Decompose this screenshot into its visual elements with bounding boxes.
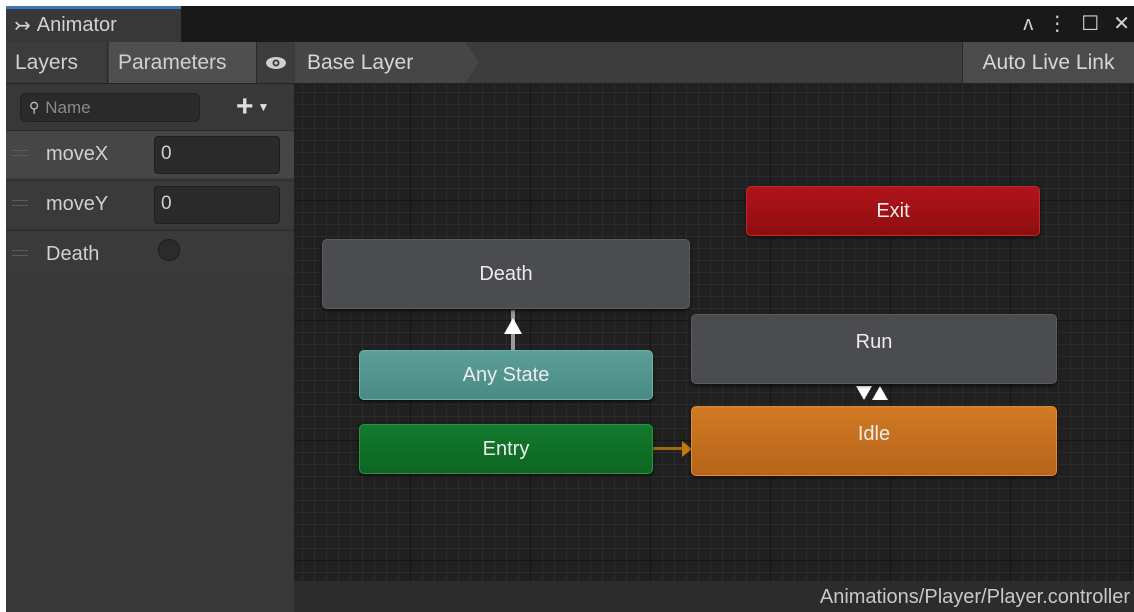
tab-bar: ↣ Animator ᴧ ⋮ ☐ ✕ bbox=[6, 6, 1134, 42]
transition-arrow-up[interactable] bbox=[504, 318, 522, 334]
parameter-row-movey[interactable]: moveY 0 bbox=[6, 180, 294, 228]
state-entry[interactable]: Entry bbox=[359, 424, 653, 474]
window-controls: ᴧ ⋮ ☐ ✕ bbox=[1023, 8, 1130, 40]
parameter-search[interactable]: ⚲ bbox=[20, 93, 200, 122]
parameter-row-death[interactable]: Death bbox=[6, 230, 294, 278]
parameter-name: Death bbox=[46, 243, 100, 265]
transition-arrow-up[interactable] bbox=[872, 386, 888, 400]
status-bar: Animations/Player/Player.controller bbox=[294, 581, 1134, 612]
eye-toggle-button[interactable] bbox=[258, 42, 294, 83]
auto-live-link-button[interactable]: Auto Live Link bbox=[962, 42, 1134, 83]
add-parameter-button[interactable]: + ▼ bbox=[236, 92, 286, 122]
search-input[interactable] bbox=[45, 97, 176, 118]
layers-tab[interactable]: Layers bbox=[6, 42, 108, 83]
chevron-down-icon: ▼ bbox=[257, 100, 270, 114]
state-run[interactable]: Run bbox=[691, 314, 1057, 384]
lock-icon[interactable]: ᴧ bbox=[1023, 14, 1033, 34]
state-exit[interactable]: Exit bbox=[746, 186, 1040, 236]
search-icon: ⚲ bbox=[29, 99, 40, 115]
state-death[interactable]: Death bbox=[322, 239, 690, 309]
breadcrumb-arrow bbox=[465, 42, 479, 83]
state-any-state[interactable]: Any State bbox=[359, 350, 653, 400]
toolbar: Layers Parameters Base Layer Auto Live L… bbox=[6, 42, 1134, 84]
parameter-value-field[interactable]: 0 bbox=[154, 136, 280, 174]
drag-handle-icon[interactable] bbox=[12, 250, 28, 256]
state-idle[interactable]: Idle bbox=[691, 406, 1057, 476]
controller-path: Animations/Player/Player.controller bbox=[819, 586, 1130, 608]
parameter-row-movex[interactable]: moveX 0 bbox=[6, 130, 294, 178]
animator-icon: ↣ bbox=[14, 14, 31, 37]
drag-handle-icon[interactable] bbox=[12, 150, 28, 156]
close-icon[interactable]: ✕ bbox=[1113, 14, 1130, 34]
parameters-panel: ⚲ + ▼ moveX 0 moveY 0 Death bbox=[6, 84, 294, 612]
parameter-name: moveX bbox=[46, 143, 109, 165]
parameter-bool-toggle[interactable] bbox=[158, 239, 180, 261]
maximize-icon[interactable]: ☐ bbox=[1081, 14, 1099, 34]
parameter-value-field[interactable]: 0 bbox=[154, 186, 280, 224]
parameter-name: moveY bbox=[46, 193, 109, 215]
search-row: ⚲ + ▼ bbox=[6, 84, 294, 130]
transition-arrow-down[interactable] bbox=[856, 386, 872, 400]
state-machine-graph[interactable]: Death Exit Run Any State Entry Idle bbox=[294, 84, 1134, 581]
transition-line[interactable] bbox=[653, 447, 683, 450]
animator-window: ↣ Animator ᴧ ⋮ ☐ ✕ Layers Parameters Bas… bbox=[6, 6, 1134, 612]
breadcrumb-base-layer[interactable]: Base Layer bbox=[295, 42, 465, 83]
more-menu-icon[interactable]: ⋮ bbox=[1047, 14, 1067, 34]
tab-animator[interactable]: ↣ Animator bbox=[6, 6, 181, 42]
drag-handle-icon[interactable] bbox=[12, 200, 28, 206]
eye-icon bbox=[266, 56, 286, 69]
plus-icon: + bbox=[236, 90, 254, 123]
parameters-tab[interactable]: Parameters bbox=[109, 42, 257, 83]
tab-label: Animator bbox=[36, 14, 117, 36]
